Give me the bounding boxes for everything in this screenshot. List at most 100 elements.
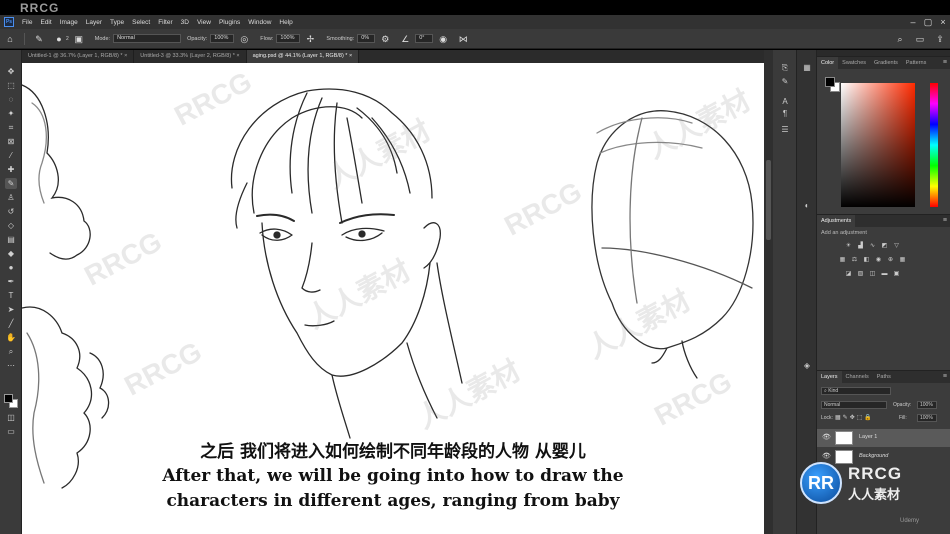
hue-slider[interactable] <box>930 83 938 207</box>
eyedropper-icon[interactable]: ⁄ <box>5 150 17 161</box>
invert-icon[interactable]: ◪ <box>845 271 852 278</box>
crop-tool-icon[interactable]: ⌗ <box>5 122 17 133</box>
shape-tool-icon[interactable]: ╱ <box>5 318 17 329</box>
menu-window[interactable]: Window <box>244 19 275 26</box>
brush-tool-icon[interactable]: ✎ <box>5 178 17 189</box>
blur-tool-icon[interactable]: ◆ <box>5 248 17 259</box>
gradient-map-icon[interactable]: ▬ <box>881 271 888 278</box>
learn-icon[interactable]: ◐ <box>801 200 813 212</box>
brush-tool-icon[interactable]: ✎ <box>33 33 45 45</box>
levels-icon[interactable]: ▟ <box>857 243 864 250</box>
foreground-color-swatch[interactable] <box>4 394 13 403</box>
panel-menu-icon[interactable]: ≡ <box>943 371 947 383</box>
menu-layer[interactable]: Layer <box>82 19 106 26</box>
color-lookup-icon[interactable]: ▦ <box>899 257 906 264</box>
minimize-icon[interactable]: – <box>906 15 920 29</box>
lasso-tool-icon[interactable]: ◌ <box>5 94 17 105</box>
photo-filter-icon[interactable]: ◉ <box>875 257 882 264</box>
type-tool-icon[interactable]: T <box>5 290 17 301</box>
history-panel-icon[interactable]: ⎘ <box>779 62 791 74</box>
vibrance-icon[interactable]: ▽ <box>893 243 900 250</box>
libraries-icon[interactable]: ▦ <box>801 62 813 74</box>
angle-icon[interactable]: ∠ <box>399 33 411 45</box>
brightness-contrast-icon[interactable]: ☀ <box>845 243 852 250</box>
panel-menu-icon[interactable]: ≡ <box>943 215 947 227</box>
posterize-icon[interactable]: ▧ <box>857 271 864 278</box>
panel-menu-icon[interactable]: ≡ <box>943 57 947 69</box>
threshold-icon[interactable]: ◫ <box>869 271 876 278</box>
pen-tool-icon[interactable]: ✒ <box>5 276 17 287</box>
more-tools-icon[interactable]: ⋯ <box>5 360 17 371</box>
share-icon[interactable]: ⇪ <box>934 33 946 45</box>
marquee-tool-icon[interactable]: ⬚ <box>5 80 17 91</box>
tab-gradients[interactable]: Gradients <box>870 57 902 69</box>
menu-image[interactable]: Image <box>56 19 82 26</box>
color-panel-foreground-swatch[interactable] <box>825 77 835 87</box>
airbrush-icon[interactable]: ✢ <box>304 33 316 45</box>
menu-file[interactable]: File <box>18 19 36 26</box>
vertical-scrollbar[interactable] <box>764 50 773 534</box>
curves-icon[interactable]: ∿ <box>869 243 876 250</box>
dodge-tool-icon[interactable]: ● <box>5 262 17 273</box>
tab-adjustments[interactable]: Adjustments <box>817 215 856 227</box>
layer-row[interactable]: 👁 Layer 1 <box>817 429 950 447</box>
tab-aging[interactable]: aging.psd @ 44.1% (Layer 1, RGB/8) * × <box>246 50 360 63</box>
stamp-tool-icon[interactable]: ♙ <box>5 192 17 203</box>
opacity-field[interactable]: 100% <box>210 34 235 43</box>
tab-color[interactable]: Color <box>817 57 839 69</box>
paragraph-panel-icon[interactable]: ¶ <box>779 108 791 120</box>
hue-saturation-icon[interactable]: ▦ <box>839 257 846 264</box>
pressure-opacity-icon[interactable]: ◎ <box>238 33 250 45</box>
menu-help[interactable]: Help <box>275 19 296 26</box>
eye-icon[interactable]: 👁 <box>822 433 831 441</box>
brush-settings-icon[interactable]: ▣ <box>73 33 85 45</box>
tab-close-icon[interactable]: × <box>349 53 352 59</box>
symmetry-icon[interactable]: ⋈ <box>457 33 469 45</box>
pressure-size-icon[interactable]: ◉ <box>437 33 449 45</box>
frame-tool-icon[interactable]: ⊠ <box>5 136 17 147</box>
menu-edit[interactable]: Edit <box>36 19 55 26</box>
scrollbar-thumb[interactable] <box>766 160 771 240</box>
mode-select[interactable]: Normal <box>113 34 182 43</box>
quick-mask-icon[interactable]: ◫ <box>5 412 17 423</box>
close-icon[interactable]: × <box>936 15 950 29</box>
tab-patterns[interactable]: Patterns <box>902 57 930 69</box>
layer-filter-kind[interactable]: ⌕ Kind <box>821 387 891 395</box>
menu-type[interactable]: Type <box>106 19 128 26</box>
screen-mode-icon[interactable]: ▭ <box>5 426 17 437</box>
character-panel-icon[interactable]: A <box>779 96 791 108</box>
menu-3d[interactable]: 3D <box>177 19 193 26</box>
selective-color-icon[interactable]: ▣ <box>893 271 900 278</box>
menu-select[interactable]: Select <box>128 19 154 26</box>
tab-layers[interactable]: Layers <box>817 371 842 383</box>
tab-close-icon[interactable]: × <box>236 53 239 59</box>
color-balance-icon[interactable]: ⚖ <box>851 257 858 264</box>
brush-preset-icon[interactable]: ● <box>53 33 65 45</box>
gradient-tool-icon[interactable]: ▤ <box>5 234 17 245</box>
tab-untitled-1[interactable]: Untitled-1 @ 36.7% (Layer 1, RGB/8) * × <box>22 50 135 63</box>
hand-tool-icon[interactable]: ✋ <box>5 332 17 343</box>
menu-plugins[interactable]: Plugins <box>215 19 244 26</box>
exposure-icon[interactable]: ◩ <box>881 243 888 250</box>
path-select-icon[interactable]: ➤ <box>5 304 17 315</box>
smoothing-field[interactable]: 0% <box>357 34 376 43</box>
navigator-icon[interactable]: ◈ <box>801 360 813 372</box>
angle-field[interactable]: 0° <box>415 34 434 43</box>
tab-paths[interactable]: Paths <box>873 371 895 383</box>
brush-panel-icon[interactable]: ✎ <box>779 76 791 88</box>
history-brush-icon[interactable]: ↺ <box>5 206 17 217</box>
menu-view[interactable]: View <box>193 19 215 26</box>
tab-untitled-3[interactable]: Untitled-3 @ 33.3% (Layer 2, RGB/8) * × <box>134 50 247 63</box>
zoom-tool-icon[interactable]: ⌕ <box>5 346 17 357</box>
menu-filter[interactable]: Filter <box>154 19 176 26</box>
channel-mixer-icon[interactable]: ⊕ <box>887 257 894 264</box>
healing-brush-icon[interactable]: ✚ <box>5 164 17 175</box>
search-icon[interactable]: ⌕ <box>894 33 906 45</box>
properties-panel-icon[interactable]: ☰ <box>779 124 791 136</box>
eraser-tool-icon[interactable]: ◇ <box>5 220 17 231</box>
fill-field[interactable]: 100% <box>917 414 937 422</box>
blend-mode-select[interactable]: Normal <box>821 401 887 409</box>
home-icon[interactable]: ⌂ <box>4 33 16 45</box>
black-white-icon[interactable]: ◧ <box>863 257 870 264</box>
magic-wand-icon[interactable]: ✦ <box>5 108 17 119</box>
